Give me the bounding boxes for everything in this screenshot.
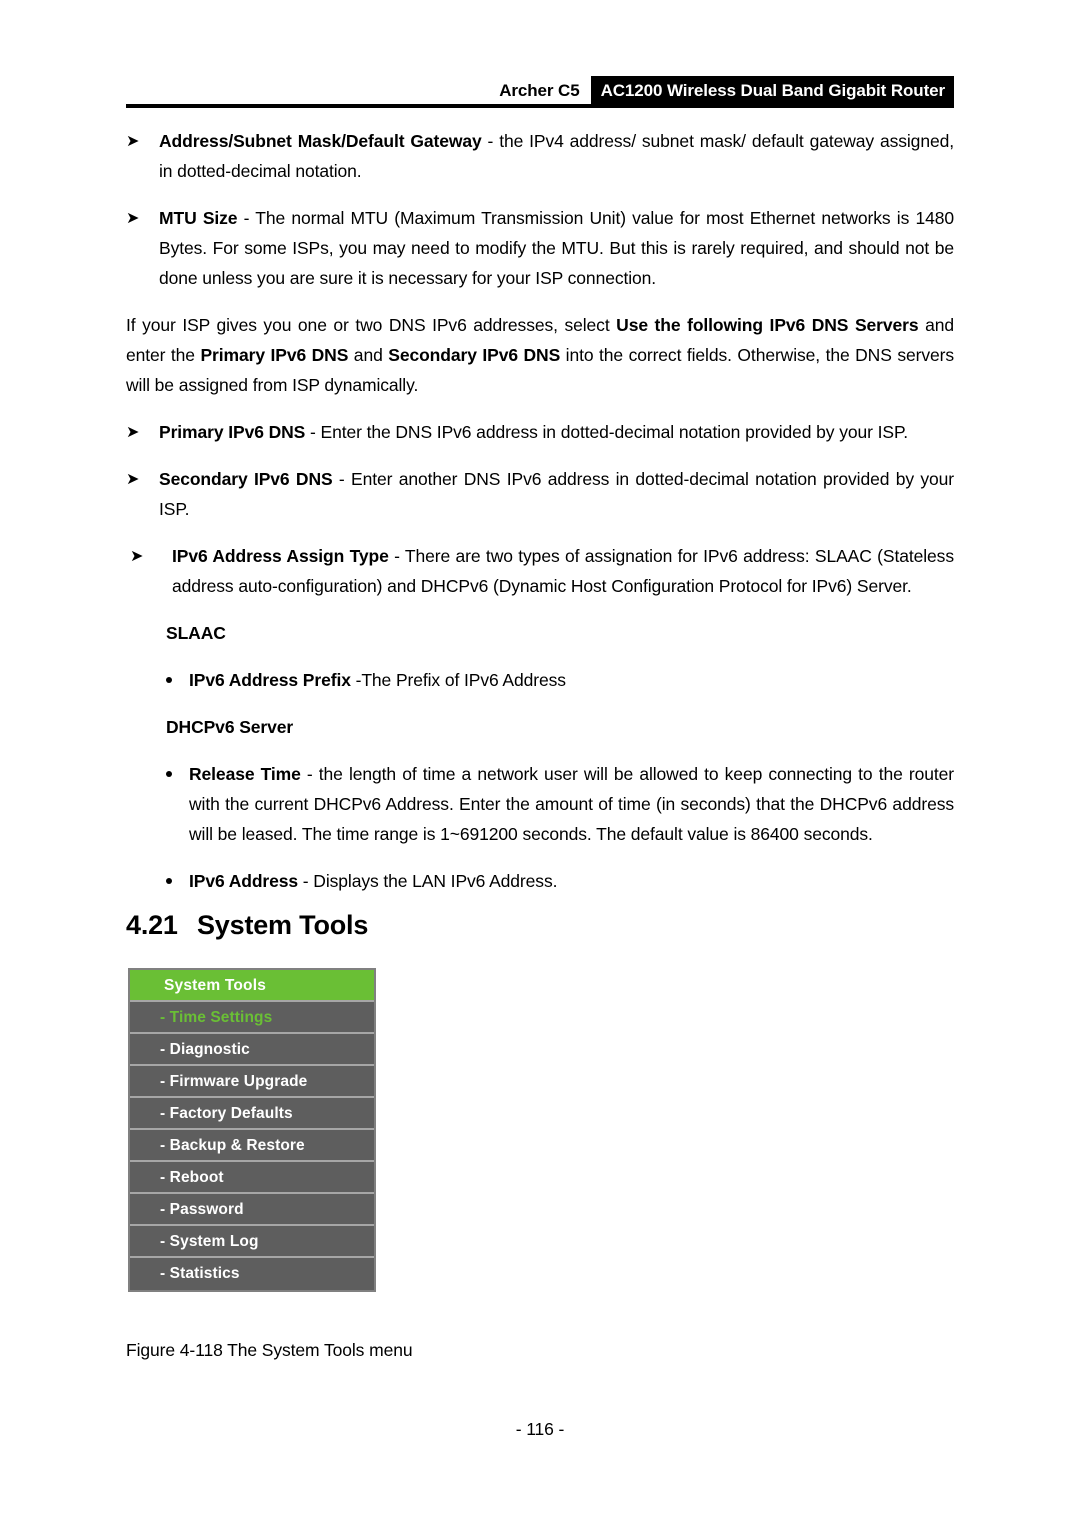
term-description: - The normal MTU (Maximum Transmission U… — [159, 208, 954, 288]
menu-item-diagnostic[interactable]: - Diagnostic — [130, 1034, 374, 1066]
term-label: IPv6 Address — [189, 871, 299, 891]
header-product-name: AC1200 Wireless Dual Band Gigabit Router — [590, 76, 954, 106]
term-label: Address/Subnet Mask/Default Gateway — [159, 131, 482, 151]
header-model-name: Archer C5 — [499, 81, 580, 100]
term-description: - Enter the DNS IPv6 address in dotted-d… — [305, 422, 909, 442]
bullet-address-subnet-gateway: ➤ Address/Subnet Mask/Default Gateway - t… — [126, 126, 954, 186]
arrow-bullet-icon: ➤ — [130, 546, 144, 565]
bullet-ipv6-address-prefix: IPv6 Address Prefix -The Prefix of IPv6 … — [126, 665, 954, 695]
term-description: - the length of time a network user will… — [189, 764, 954, 844]
dot-bullet-icon — [166, 878, 172, 884]
term-label: IPv6 Address Assign Type — [172, 546, 389, 566]
arrow-bullet-icon: ➤ — [126, 422, 140, 441]
subheading-dhcpv6-server: DHCPv6 Server — [166, 717, 294, 737]
bullet-mtu-size: ➤ MTU Size - The normal MTU (Maximum Tran… — [126, 203, 954, 293]
menu-item-password[interactable]: - Password — [130, 1194, 374, 1226]
term-label: Primary IPv6 DNS — [159, 422, 306, 442]
menu-item-backup-restore[interactable]: - Backup & Restore — [130, 1130, 374, 1162]
dot-bullet-icon — [166, 677, 172, 683]
bullet-ipv6-address: IPv6 Address - Displays the LAN IPv6 Add… — [126, 866, 954, 896]
menu-item-time-settings[interactable]: - Time Settings — [130, 1002, 374, 1034]
document-body: ➤ Address/Subnet Mask/Default Gateway - t… — [126, 126, 954, 913]
section-heading: 4.21 System Tools — [126, 910, 368, 941]
document-page: Archer C5 AC1200 Wireless Dual Band Giga… — [0, 0, 1080, 1527]
dns-bold-secondary: Secondary IPv6 DNS — [388, 345, 561, 365]
bullet-ipv6-address-assign-type: ➤ IPv6 Address Assign Type - There are tw… — [126, 541, 954, 601]
menu-header-system-tools: System Tools — [130, 970, 374, 1002]
term-label: Release Time — [189, 764, 301, 784]
arrow-bullet-icon: ➤ — [126, 208, 140, 227]
menu-item-system-log[interactable]: - System Log — [130, 1226, 374, 1258]
arrow-bullet-icon: ➤ — [126, 469, 140, 488]
figure-caption: Figure 4-118 The System Tools menu — [126, 1340, 413, 1360]
header-divider-rule — [126, 104, 954, 108]
term-label: IPv6 Address Prefix — [189, 670, 351, 690]
dns-text-part-1: If your ISP gives you one or two DNS IPv… — [126, 315, 617, 335]
bullet-release-time: Release Time - the length of time a netw… — [126, 759, 954, 849]
term-label: Secondary IPv6 DNS — [159, 469, 333, 489]
subheading-slaac: SLAAC — [166, 623, 226, 643]
dns-bold-use-following: Use the following IPv6 DNS Servers — [616, 315, 919, 335]
term-label: MTU Size — [159, 208, 238, 228]
system-tools-menu-screenshot: System Tools - Time Settings - Diagnosti… — [128, 968, 376, 1292]
menu-item-factory-defaults[interactable]: - Factory Defaults — [130, 1098, 374, 1130]
section-number: 4.21 — [126, 910, 178, 940]
bullet-secondary-ipv6-dns: ➤ Secondary IPv6 DNS - Enter another DNS … — [126, 464, 954, 524]
menu-item-reboot[interactable]: - Reboot — [130, 1162, 374, 1194]
menu-item-firmware-upgrade[interactable]: - Firmware Upgrade — [130, 1066, 374, 1098]
paragraph-dns-instructions: If your ISP gives you one or two DNS IPv… — [126, 310, 954, 400]
running-header: Archer C5 AC1200 Wireless Dual Band Giga… — [126, 76, 954, 106]
bullet-primary-ipv6-dns: ➤ Primary IPv6 DNS - Enter the DNS IPv6 a… — [126, 417, 954, 447]
page-footer: - 116 - — [0, 1419, 1080, 1440]
page-number: - 116 - — [515, 1419, 565, 1439]
menu-item-statistics[interactable]: - Statistics — [130, 1258, 374, 1290]
term-description: - Displays the LAN IPv6 Address. — [298, 871, 558, 891]
dot-bullet-icon — [166, 771, 172, 777]
dns-text-part-3: and — [348, 345, 389, 365]
arrow-bullet-icon: ➤ — [126, 131, 140, 150]
dns-bold-primary: Primary IPv6 DNS — [200, 345, 349, 365]
term-description: -The Prefix of IPv6 Address — [350, 670, 566, 690]
section-title: System Tools — [197, 910, 369, 940]
